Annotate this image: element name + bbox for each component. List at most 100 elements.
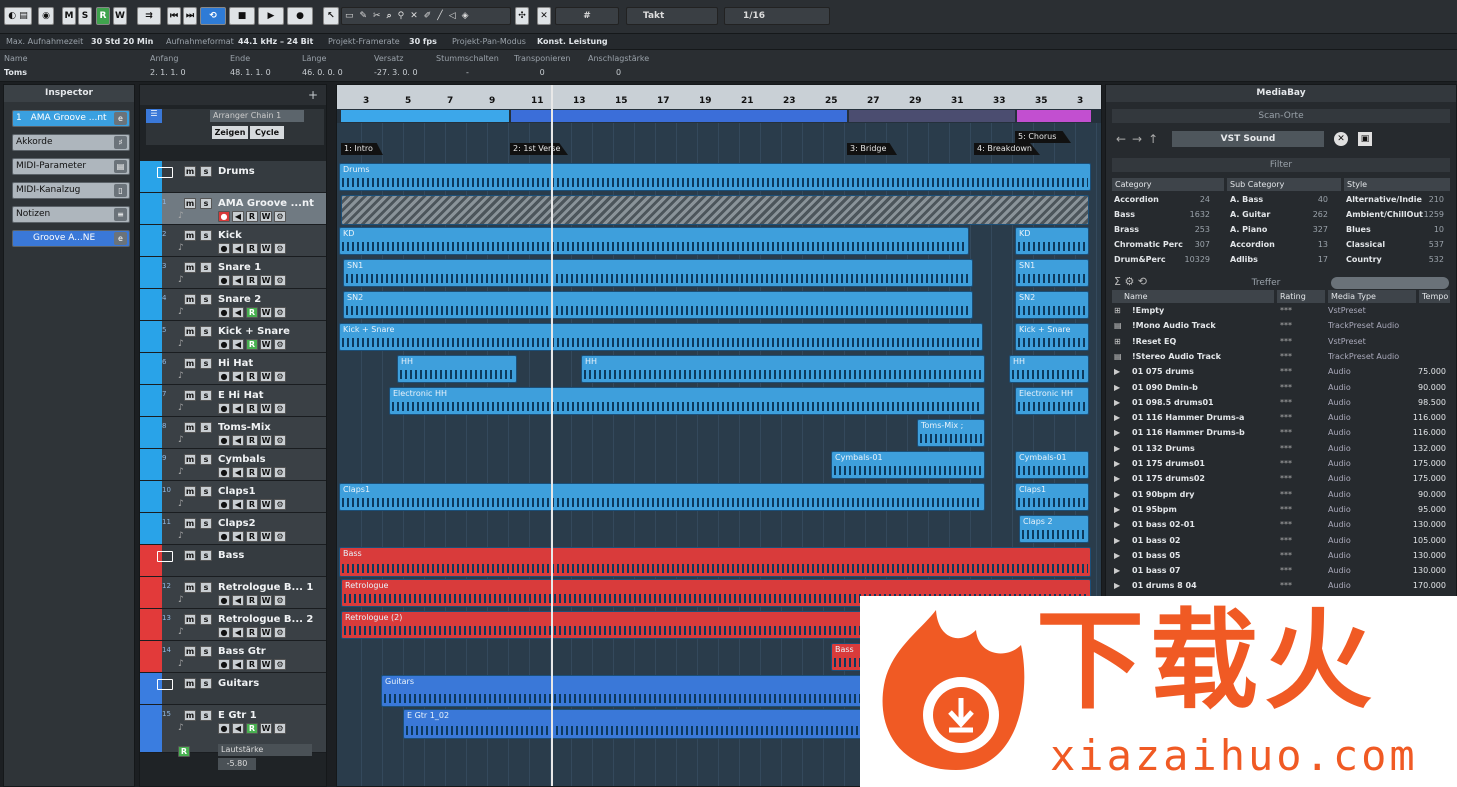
record-enable-button[interactable]: ●: [218, 371, 230, 382]
write-button[interactable]: W: [260, 403, 272, 414]
read-button[interactable]: R: [246, 275, 258, 286]
solo-button[interactable]: s: [200, 678, 212, 689]
name-column[interactable]: Name: [1112, 290, 1274, 303]
folder-track[interactable]: m s Guitars: [140, 673, 326, 705]
filter-item[interactable]: Accordion 13: [1230, 240, 1328, 254]
drums-folder-part[interactable]: Drums: [339, 163, 1091, 191]
record-icon[interactable]: ●: [287, 7, 313, 25]
add-track-icon[interactable]: +: [308, 88, 318, 102]
mute-button[interactable]: m: [184, 358, 196, 369]
read-button[interactable]: R: [246, 499, 258, 510]
solo-button[interactable]: s: [200, 614, 212, 625]
filter-item[interactable]: A. Bass 40: [1230, 195, 1328, 209]
result-row[interactable]: ▶ 01 drums 8 04 *** Audio 170.000: [1112, 579, 1450, 594]
filter-item[interactable]: A. Guitar 262: [1230, 210, 1328, 224]
record-enable-button[interactable]: ●: [218, 211, 230, 222]
mute-button[interactable]: m: [184, 678, 196, 689]
settings-icon[interactable]: ⚙: [274, 403, 286, 414]
read-button[interactable]: R: [246, 627, 258, 638]
solo-button[interactable]: s: [200, 166, 212, 177]
result-row[interactable]: ⊞ !Empty *** VstPreset: [1112, 304, 1450, 319]
solo-button[interactable]: s: [200, 198, 212, 209]
settings-icon[interactable]: ⚙: [274, 275, 286, 286]
track-color-strip[interactable]: [140, 321, 162, 352]
monitor-button[interactable]: ◀: [232, 627, 244, 638]
record-enable-button[interactable]: ●: [218, 275, 230, 286]
mode-s-button[interactable]: S: [78, 7, 92, 25]
read-button[interactable]: R: [246, 339, 258, 350]
track-name[interactable]: Retrologue B... 2: [218, 614, 313, 625]
grid-type-icon[interactable]: #: [555, 7, 619, 25]
track-row[interactable]: 10 m s Claps1 ● ◀ R W ⚙ ♪: [140, 481, 326, 513]
settings-icon[interactable]: ⚙: [274, 531, 286, 542]
solo-button[interactable]: s: [200, 358, 212, 369]
filter-item[interactable]: Blues 10: [1346, 225, 1444, 239]
arranger-chain-select[interactable]: Arranger Chain 1: [210, 110, 304, 122]
audio-part[interactable]: Kick + Snare: [1015, 323, 1089, 351]
read-button[interactable]: R: [246, 595, 258, 606]
track-row[interactable]: 2 m s Kick ● ◀ R W ⚙ ♪: [140, 225, 326, 257]
result-row[interactable]: ▶ 01 075 drums *** Audio 75.000: [1112, 365, 1450, 380]
record-enable-button[interactable]: ●: [218, 307, 230, 318]
track-name[interactable]: Bass Gtr: [218, 646, 266, 657]
settings-icon[interactable]: ⚙: [274, 723, 286, 734]
mute-button[interactable]: m: [184, 262, 196, 273]
result-row[interactable]: ⊞ !Reset EQ *** VstPreset: [1112, 335, 1450, 350]
solo-button[interactable]: s: [200, 326, 212, 337]
arranger-icon[interactable]: ☰: [146, 109, 162, 123]
filter-item[interactable]: A. Piano 327: [1230, 225, 1328, 239]
filter-item[interactable]: Adlibs 17: [1230, 255, 1328, 269]
monitor-button[interactable]: ◀: [232, 307, 244, 318]
write-button[interactable]: W: [260, 371, 272, 382]
mute-button[interactable]: m: [184, 550, 196, 561]
mute-button[interactable]: m: [184, 230, 196, 241]
autopan-button[interactable]: ⇉: [137, 7, 161, 25]
audio-part[interactable]: KD: [339, 227, 969, 255]
track-row[interactable]: 4 m s Snare 2 ● ◀ R W ⚙ ♪: [140, 289, 326, 321]
filter-item[interactable]: Classical 537: [1346, 240, 1444, 254]
audio-part[interactable]: SN1: [343, 259, 973, 287]
result-row[interactable]: ▤ !Mono Audio Track *** TrackPreset Audio: [1112, 319, 1450, 334]
result-row[interactable]: ▶ 01 090 Dmin-b *** Audio 90.000: [1112, 381, 1450, 396]
audio-part[interactable]: HH: [581, 355, 985, 383]
record-enable-button[interactable]: ●: [218, 659, 230, 670]
audio-part[interactable]: SN2: [343, 291, 973, 319]
show-button[interactable]: Zeigen: [212, 126, 248, 139]
read-button[interactable]: R: [246, 307, 258, 318]
record-enable-button[interactable]: ●: [218, 627, 230, 638]
write-button[interactable]: W: [260, 531, 272, 542]
track-name[interactable]: Kick: [218, 230, 242, 241]
result-row[interactable]: ▶ 01 bass 02 *** Audio 105.000: [1112, 534, 1450, 549]
track-color-strip[interactable]: [140, 577, 162, 608]
record-enable-button[interactable]: ●: [218, 595, 230, 606]
record-enable-button[interactable]: ●: [218, 435, 230, 446]
read-button[interactable]: R: [246, 435, 258, 446]
project-cursor[interactable]: [551, 85, 553, 786]
settings-icon[interactable]: ⚙: [274, 627, 286, 638]
monitor-button[interactable]: ◀: [232, 595, 244, 606]
folder-icon[interactable]: [157, 167, 173, 178]
monitor-button[interactable]: ◀: [232, 371, 244, 382]
mute-button[interactable]: m: [184, 294, 196, 305]
write-button[interactable]: W: [260, 723, 272, 734]
mute-button[interactable]: m: [184, 646, 196, 657]
save-location-icon[interactable]: ▣: [1358, 132, 1372, 146]
midi-part[interactable]: [341, 195, 1089, 225]
result-row[interactable]: ▶ 01 95bpm *** Audio 95.000: [1112, 503, 1450, 518]
cycle-icon[interactable]: ⟲: [200, 7, 226, 25]
solo-button[interactable]: s: [200, 454, 212, 465]
audio-part[interactable]: Cymbals-01: [831, 451, 985, 479]
write-button[interactable]: W: [260, 659, 272, 670]
monitor-button[interactable]: ◀: [232, 435, 244, 446]
inspector-section-chords[interactable]: Akkorde ♯: [12, 134, 130, 151]
marker-bridge[interactable]: 3: Bridge: [847, 143, 897, 155]
settings-icon[interactable]: ⚙: [274, 371, 286, 382]
solo-button[interactable]: s: [200, 550, 212, 561]
marker-verse[interactable]: 2: 1st Verse: [510, 143, 568, 155]
go-to-end-icon[interactable]: ⏭: [183, 7, 197, 25]
mute-button[interactable]: m: [184, 710, 196, 721]
length-value[interactable]: 46. 0. 0. 0: [302, 66, 343, 80]
mute-button[interactable]: m: [184, 582, 196, 593]
monitor-button[interactable]: ◀: [232, 499, 244, 510]
track-row[interactable]: 14 m s Bass Gtr ● ◀ R W ⚙ ♪: [140, 641, 326, 673]
